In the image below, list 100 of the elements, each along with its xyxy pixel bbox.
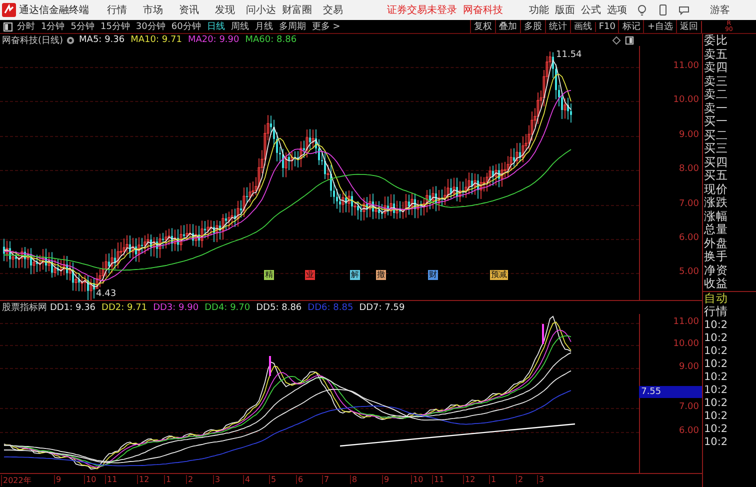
menu-item[interactable]: 资讯 xyxy=(171,3,207,17)
price-axis-label: 9.00 xyxy=(678,130,699,140)
event-tag[interactable]: 精 xyxy=(264,270,274,280)
panel-toggle-icon[interactable] xyxy=(3,22,13,32)
indicator-axis-label: 6.00 xyxy=(678,426,699,436)
date-axis-label: 4 xyxy=(243,475,250,484)
tool-button[interactable]: 复权 xyxy=(470,20,495,33)
period-tab[interactable]: 60分钟 xyxy=(171,20,201,33)
top-link[interactable]: 功能 xyxy=(529,3,549,17)
period-tab[interactable]: 日线 xyxy=(206,20,225,33)
signal-marker xyxy=(269,356,271,376)
tool-button[interactable]: 标记 xyxy=(618,20,644,33)
trade-time: 10:2 xyxy=(703,396,729,410)
period-tab[interactable]: 多周期 xyxy=(278,20,306,33)
trade-time: 10:2 xyxy=(703,332,729,344)
price-axis-label: 10.00 xyxy=(673,95,699,105)
quote-field-label: 净资 xyxy=(703,264,729,277)
panel-icon[interactable] xyxy=(625,36,634,44)
indicator-value: DD2: 9.71 xyxy=(102,302,148,313)
quote-field-label: 卖三 xyxy=(703,74,729,88)
tool-button[interactable]: 统计 xyxy=(544,20,570,33)
login-status[interactable]: 证券交易未登录 xyxy=(387,3,457,17)
date-axis-label: 11 xyxy=(432,475,444,484)
menu-item[interactable]: 问小达 xyxy=(243,3,279,17)
quote-field-label: 涨跌 xyxy=(703,196,729,210)
quote-field-label: 卖一 xyxy=(703,102,729,115)
menu-item[interactable]: 财富圈 xyxy=(279,3,315,17)
period-tab[interactable]: 1分钟 xyxy=(41,20,65,33)
period-tab[interactable]: 周线 xyxy=(230,20,249,33)
event-tag[interactable]: 预减 xyxy=(490,270,508,280)
quote-field-label: 外盘 xyxy=(703,236,729,250)
low-price-label: 4.43 xyxy=(96,289,116,299)
menu-item[interactable]: 发现 xyxy=(207,3,243,17)
indicator-value: DD5: 8.86 xyxy=(256,302,302,313)
quote-field-label: 卖二 xyxy=(703,88,729,102)
trade-time: 10:2 xyxy=(703,436,729,448)
trade-mode[interactable]: 自动 xyxy=(703,290,756,305)
trade-time: 10:2 xyxy=(703,318,729,332)
top-link[interactable]: 版面 xyxy=(555,3,575,17)
indicator-value: DD3: 9.90 xyxy=(153,302,199,313)
date-axis-label: 1 xyxy=(164,475,172,484)
period-tab[interactable]: 5分钟 xyxy=(70,20,94,33)
bulb-icon[interactable] xyxy=(636,4,648,16)
indicator-axis-label: 11.00 xyxy=(673,317,699,328)
high-price-label: 11.54 xyxy=(556,50,582,60)
date-axis-label: 2 xyxy=(516,475,524,484)
trade-time: 10:2 xyxy=(703,370,729,384)
date-axis-label: 8 xyxy=(350,475,358,484)
trade-time: 10:2 xyxy=(703,358,729,370)
menu-item[interactable]: 行情 xyxy=(99,3,135,17)
tool-button[interactable]: F10 xyxy=(594,22,618,32)
ma-value: MA5: 9.36 xyxy=(79,35,125,45)
top-link[interactable]: 选项 xyxy=(607,3,627,17)
price-axis-label: 6.00 xyxy=(678,233,699,243)
trade-panel-title: 行情 xyxy=(703,305,729,318)
price-axis-label: 5.00 xyxy=(678,267,699,277)
quote-field-label: 总量 xyxy=(703,223,729,236)
tool-button[interactable]: 叠加 xyxy=(494,20,520,33)
period-tab[interactable]: 30分钟 xyxy=(136,20,166,33)
tool-button[interactable]: 多股 xyxy=(520,20,545,33)
signal-marker xyxy=(542,324,544,344)
phone-icon[interactable] xyxy=(657,4,669,16)
quote-field-label: 收益 xyxy=(703,277,729,290)
date-axis-label: 7 xyxy=(322,475,330,484)
event-tag[interactable]: 业 xyxy=(305,270,315,280)
period-tab[interactable]: 分时 xyxy=(17,20,35,33)
menu-item[interactable]: 市场 xyxy=(135,3,171,17)
tool-button[interactable]: +自选 xyxy=(643,20,676,33)
event-tag[interactable]: 解 xyxy=(350,270,360,280)
period-tab[interactable]: 更多 > xyxy=(312,20,340,33)
quote-field-label: 委比 xyxy=(703,34,729,48)
price-axis-label: 8.00 xyxy=(678,164,699,174)
app-title: 通达信金融终端 xyxy=(19,4,89,17)
diamond-icon[interactable] xyxy=(612,36,621,44)
top-link[interactable]: 公式 xyxy=(581,3,601,17)
date-axis-label: 1 xyxy=(489,475,496,484)
menu-item[interactable]: 交易 xyxy=(315,3,351,17)
indicator-axis-label: 7.00 xyxy=(678,402,699,412)
quote-field-label: 卖五 xyxy=(703,48,729,61)
tool-button[interactable]: 画线 xyxy=(570,20,595,33)
price-axis-label: 11.00 xyxy=(673,61,699,71)
user-name[interactable]: 游客 xyxy=(710,3,730,17)
date-axis-label: 12 xyxy=(137,475,150,484)
chart-title: 网奋科技(日线) xyxy=(2,34,64,46)
ma-value: MA10: 9.71 xyxy=(130,35,182,45)
indicator-value: DD7: 7.59 xyxy=(359,302,405,313)
indicator-value: DD4: 9.70 xyxy=(204,302,250,313)
indicator-axis-label: 9.00 xyxy=(678,362,699,372)
trade-time: 10:2 xyxy=(703,410,729,422)
date-axis-label: 3 xyxy=(213,475,220,484)
tool-button[interactable]: 返回 xyxy=(676,20,701,33)
period-tab[interactable]: 15分钟 xyxy=(100,20,130,33)
period-tab[interactable]: 月线 xyxy=(254,20,273,33)
date-axis-label: 9 xyxy=(54,475,62,484)
settings-icon[interactable] xyxy=(66,36,76,44)
quote-field-label: 买一 xyxy=(703,115,729,128)
event-tag[interactable]: 财 xyxy=(428,270,438,280)
event-tag[interactable]: 撤 xyxy=(376,270,386,280)
message-icon[interactable] xyxy=(678,4,690,16)
date-axis-label: 2022年 xyxy=(1,475,32,486)
